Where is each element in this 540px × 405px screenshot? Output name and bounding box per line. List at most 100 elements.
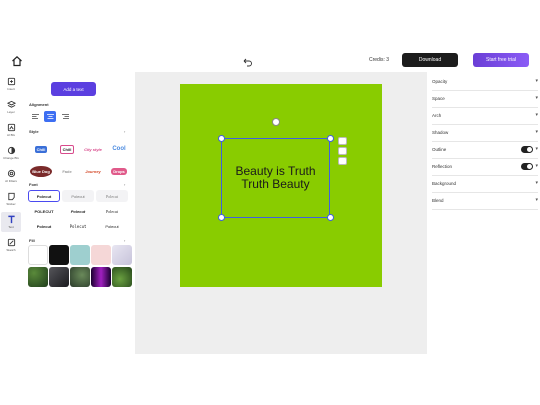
fill-swatch[interactable] bbox=[49, 267, 69, 287]
property-reflection[interactable]: Reflection ▾ bbox=[432, 160, 538, 172]
text-icon bbox=[7, 215, 15, 224]
property-outline[interactable]: Outline ▾ bbox=[432, 143, 538, 155]
property-opacity[interactable]: Opacity ▾ bbox=[432, 75, 538, 87]
rail-item-sticker[interactable]: Sticker bbox=[1, 189, 21, 209]
chevron-down-icon[interactable]: ▾ bbox=[535, 95, 538, 101]
chevron-down-icon[interactable]: ▾ bbox=[535, 78, 538, 84]
style-option[interactable]: Chill bbox=[54, 140, 80, 158]
fill-label: Fill bbox=[29, 238, 35, 243]
rail-item-ai-bg[interactable]: AI BG bbox=[1, 120, 21, 140]
property-label: Space bbox=[432, 95, 445, 101]
align-left-button[interactable] bbox=[29, 111, 41, 122]
chevron-down-icon[interactable]: ▾ bbox=[535, 129, 538, 135]
font-option[interactable]: Polecut bbox=[96, 190, 128, 202]
rail-label: Sticker bbox=[6, 202, 16, 206]
divider bbox=[432, 107, 538, 108]
style-option[interactable]: Drops bbox=[106, 162, 132, 180]
style-option[interactable]: Blue Dog bbox=[28, 162, 54, 180]
outline-toggle[interactable] bbox=[521, 145, 534, 153]
download-button[interactable]: Download bbox=[402, 53, 458, 67]
font-option[interactable]: Polecut bbox=[28, 220, 60, 232]
style-option-label: Cool bbox=[112, 146, 126, 152]
rail-item-sketch[interactable]: Sketch bbox=[1, 235, 21, 255]
duplicate-icon[interactable] bbox=[338, 147, 347, 155]
fill-swatch[interactable] bbox=[112, 267, 132, 287]
fill-swatch[interactable] bbox=[28, 245, 48, 265]
style-option-label: Drops bbox=[111, 167, 127, 175]
chevron-right-icon[interactable]: › bbox=[124, 238, 125, 243]
chevron-right-icon[interactable]: › bbox=[124, 182, 125, 187]
rail-label: Insert bbox=[7, 87, 15, 91]
property-arch[interactable]: Arch ▾ bbox=[432, 109, 538, 121]
chevron-down-icon[interactable]: ▾ bbox=[535, 112, 538, 118]
fill-swatch[interactable] bbox=[70, 245, 90, 265]
font-option[interactable]: Polecut bbox=[62, 220, 94, 232]
align-center-button[interactable] bbox=[44, 111, 56, 122]
property-background[interactable]: Background ▾ bbox=[432, 177, 538, 189]
style-option[interactable]: City style bbox=[80, 140, 106, 158]
chevron-right-icon[interactable]: › bbox=[124, 129, 125, 134]
resize-handle-top-left[interactable] bbox=[218, 135, 225, 142]
font-option[interactable]: Polecut bbox=[62, 205, 94, 217]
align-right-button[interactable] bbox=[59, 111, 71, 122]
rotate-handle[interactable] bbox=[272, 118, 280, 126]
rail-label: Layer bbox=[7, 110, 15, 114]
property-space[interactable]: Space ▾ bbox=[432, 92, 538, 104]
rail-item-layer[interactable]: Layer bbox=[1, 97, 21, 117]
artboard[interactable]: Beauty is Truth Truth Beauty bbox=[180, 84, 382, 287]
rail-label: Change BG bbox=[3, 156, 19, 160]
home-icon[interactable] bbox=[11, 54, 23, 67]
undo-icon[interactable] bbox=[242, 54, 252, 67]
font-option[interactable]: Polecut bbox=[28, 190, 60, 202]
rail-item-change-bg[interactable]: Change BG bbox=[1, 143, 21, 163]
style-option-label: Chill bbox=[34, 145, 48, 153]
add-text-button[interactable]: Add a text bbox=[51, 82, 96, 96]
style-option[interactable]: Journey bbox=[80, 162, 106, 180]
fill-swatch[interactable] bbox=[112, 245, 132, 265]
rail-item-insert[interactable]: Insert bbox=[1, 74, 21, 94]
fill-swatch[interactable] bbox=[49, 245, 69, 265]
divider bbox=[432, 90, 538, 91]
property-blend[interactable]: Blend ▾ bbox=[432, 194, 538, 206]
rail-item-text[interactable]: Text bbox=[1, 212, 21, 232]
top-bar: Credis: 3 Download Start free trial bbox=[0, 51, 540, 71]
text-panel: Add a text Alignment Style › Chill Chill… bbox=[25, 72, 133, 292]
properties-panel: Opacity ▾ Space ▾ Arch ▾ Shadow ▾ Outlin… bbox=[428, 72, 540, 354]
resize-handle-bottom-right[interactable] bbox=[327, 214, 334, 221]
style-option[interactable]: Fade bbox=[54, 162, 80, 180]
chevron-down-icon[interactable]: ▾ bbox=[535, 197, 538, 203]
resize-handle-top-right[interactable] bbox=[327, 135, 334, 142]
reflection-toggle[interactable] bbox=[521, 162, 534, 170]
align-left-icon bbox=[31, 113, 39, 119]
divider bbox=[432, 124, 538, 125]
delete-icon[interactable] bbox=[338, 137, 347, 145]
font-option[interactable]: Polecut bbox=[62, 190, 94, 202]
layer-order-icon[interactable] bbox=[338, 157, 347, 165]
chevron-down-icon[interactable]: ▾ bbox=[535, 180, 538, 186]
style-option[interactable]: Cool bbox=[106, 140, 132, 158]
fill-swatch[interactable] bbox=[70, 267, 90, 287]
align-center-icon bbox=[46, 113, 54, 119]
credits-counter: Credis: 3 bbox=[369, 57, 390, 63]
canvas-area: Beauty is Truth Truth Beauty bbox=[135, 72, 427, 354]
style-option[interactable]: Chill bbox=[28, 140, 54, 158]
font-option[interactable]: Polecut bbox=[96, 220, 128, 232]
style-option-label: City style bbox=[84, 146, 102, 152]
rail-item-ai-filters[interactable]: AI Filters bbox=[1, 166, 21, 186]
font-option[interactable]: Polecut bbox=[96, 205, 128, 217]
start-free-trial-button[interactable]: Start free trial bbox=[473, 53, 529, 67]
chevron-down-icon[interactable]: ▾ bbox=[535, 146, 538, 152]
insert-icon bbox=[7, 77, 15, 86]
selected-text-box[interactable]: Beauty is Truth Truth Beauty bbox=[221, 138, 330, 218]
fill-swatch[interactable] bbox=[91, 245, 111, 265]
fill-swatch[interactable] bbox=[91, 267, 111, 287]
resize-handle-bottom-left[interactable] bbox=[218, 214, 225, 221]
divider bbox=[432, 192, 538, 193]
chevron-down-icon[interactable]: ▾ bbox=[535, 163, 538, 169]
tool-rail: Insert Layer AI BG Change BG AI Filters … bbox=[0, 72, 22, 252]
fill-swatch[interactable] bbox=[28, 267, 48, 287]
font-option[interactable]: POLECUT bbox=[28, 205, 60, 217]
property-shadow[interactable]: Shadow ▾ bbox=[432, 126, 538, 138]
divider bbox=[432, 209, 538, 210]
property-label: Background bbox=[432, 180, 457, 186]
